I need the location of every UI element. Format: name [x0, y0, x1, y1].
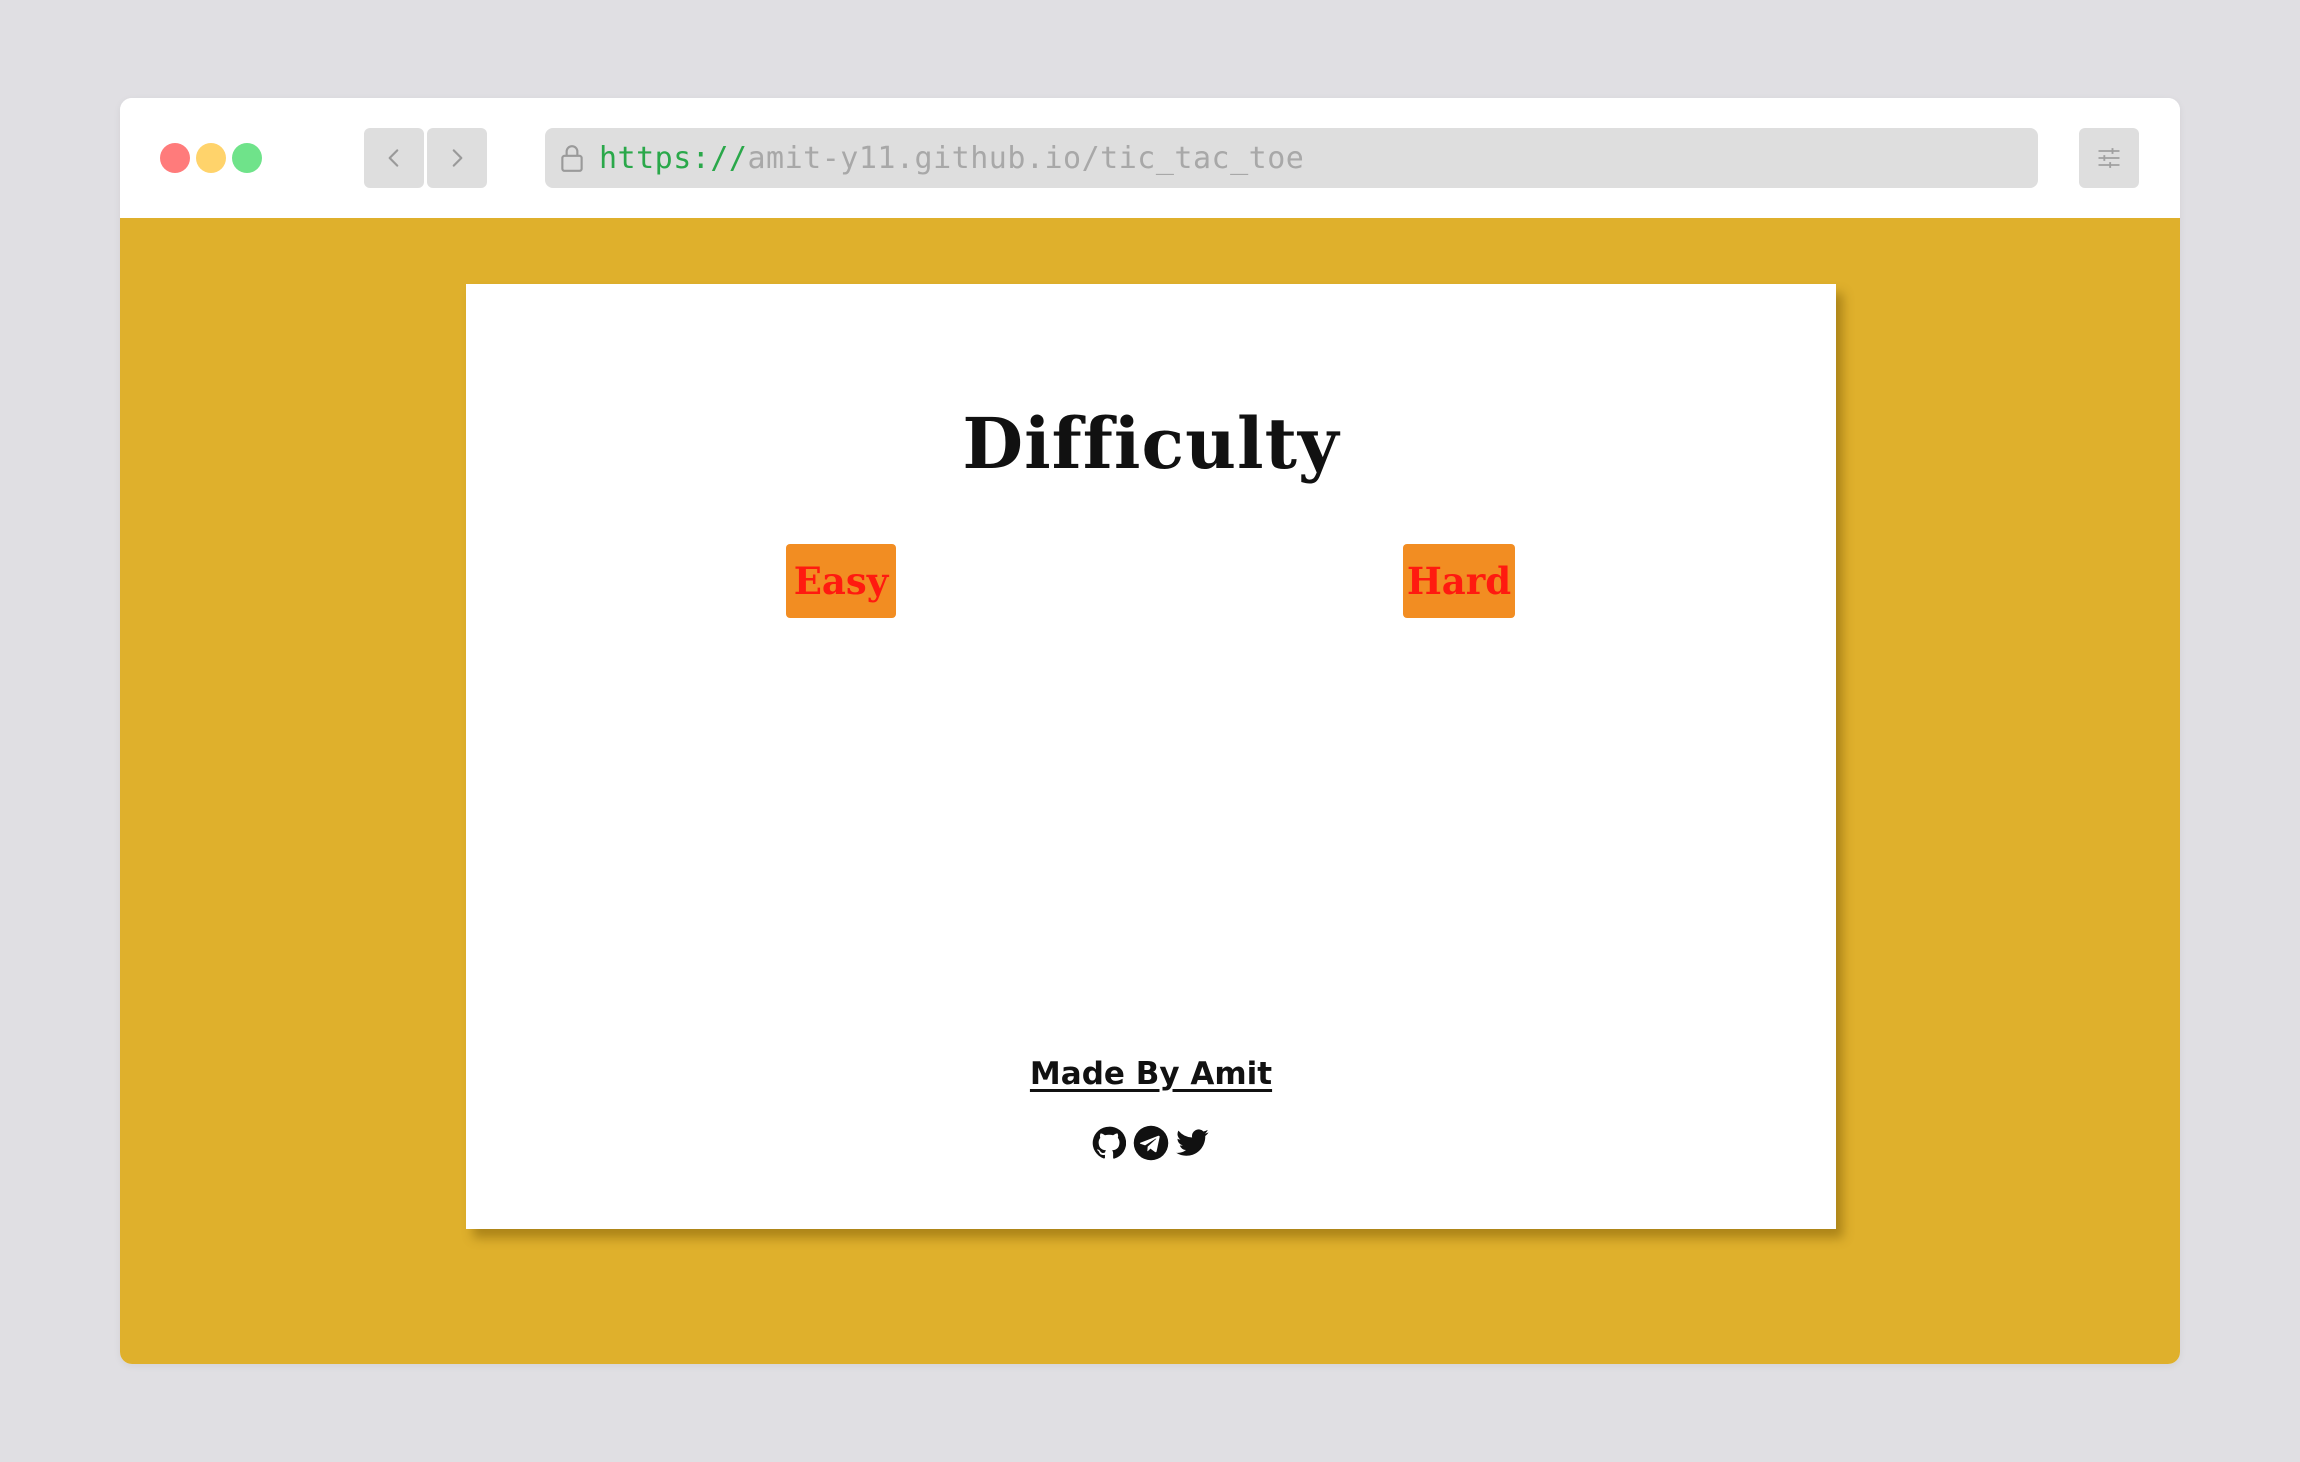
github-icon[interactable]	[1091, 1125, 1127, 1161]
back-button[interactable]	[364, 128, 424, 188]
telegram-icon[interactable]	[1133, 1125, 1169, 1161]
easy-button[interactable]: Easy	[786, 544, 896, 618]
credit-text: Made By Amit	[466, 1056, 1836, 1092]
page-title: Difficulty	[962, 402, 1340, 485]
browser-toolbar: https://amit-y11.github.io/tic_tac_toe	[120, 98, 2180, 218]
browser-menu-button[interactable]	[2079, 128, 2139, 188]
browser-window: https://amit-y11.github.io/tic_tac_toe D…	[120, 98, 2180, 1364]
minimize-window-button[interactable]	[196, 143, 226, 173]
hard-button[interactable]: Hard	[1403, 544, 1515, 618]
address-bar[interactable]: https://amit-y11.github.io/tic_tac_toe	[545, 128, 2038, 188]
social-links	[466, 1125, 1836, 1161]
chevron-right-icon	[452, 149, 463, 167]
twitter-icon[interactable]	[1175, 1125, 1211, 1161]
url-path: amit-y11.github.io/tic_tac_toe	[747, 140, 1305, 176]
chevron-left-icon	[388, 149, 399, 167]
forward-button[interactable]	[427, 128, 487, 188]
lock-icon	[557, 141, 587, 175]
credit-link[interactable]: Made By Amit	[1030, 1056, 1272, 1092]
maximize-window-button[interactable]	[232, 143, 262, 173]
sliders-icon	[2098, 148, 2120, 168]
url-text: https://amit-y11.github.io/tic_tac_toe	[599, 141, 1304, 176]
url-scheme: https://	[599, 140, 748, 176]
close-window-button[interactable]	[160, 143, 190, 173]
page-viewport: Difficulty Easy Hard Made By Amit	[120, 218, 2180, 1364]
game-card: Difficulty Easy Hard Made By Amit	[466, 284, 1836, 1229]
